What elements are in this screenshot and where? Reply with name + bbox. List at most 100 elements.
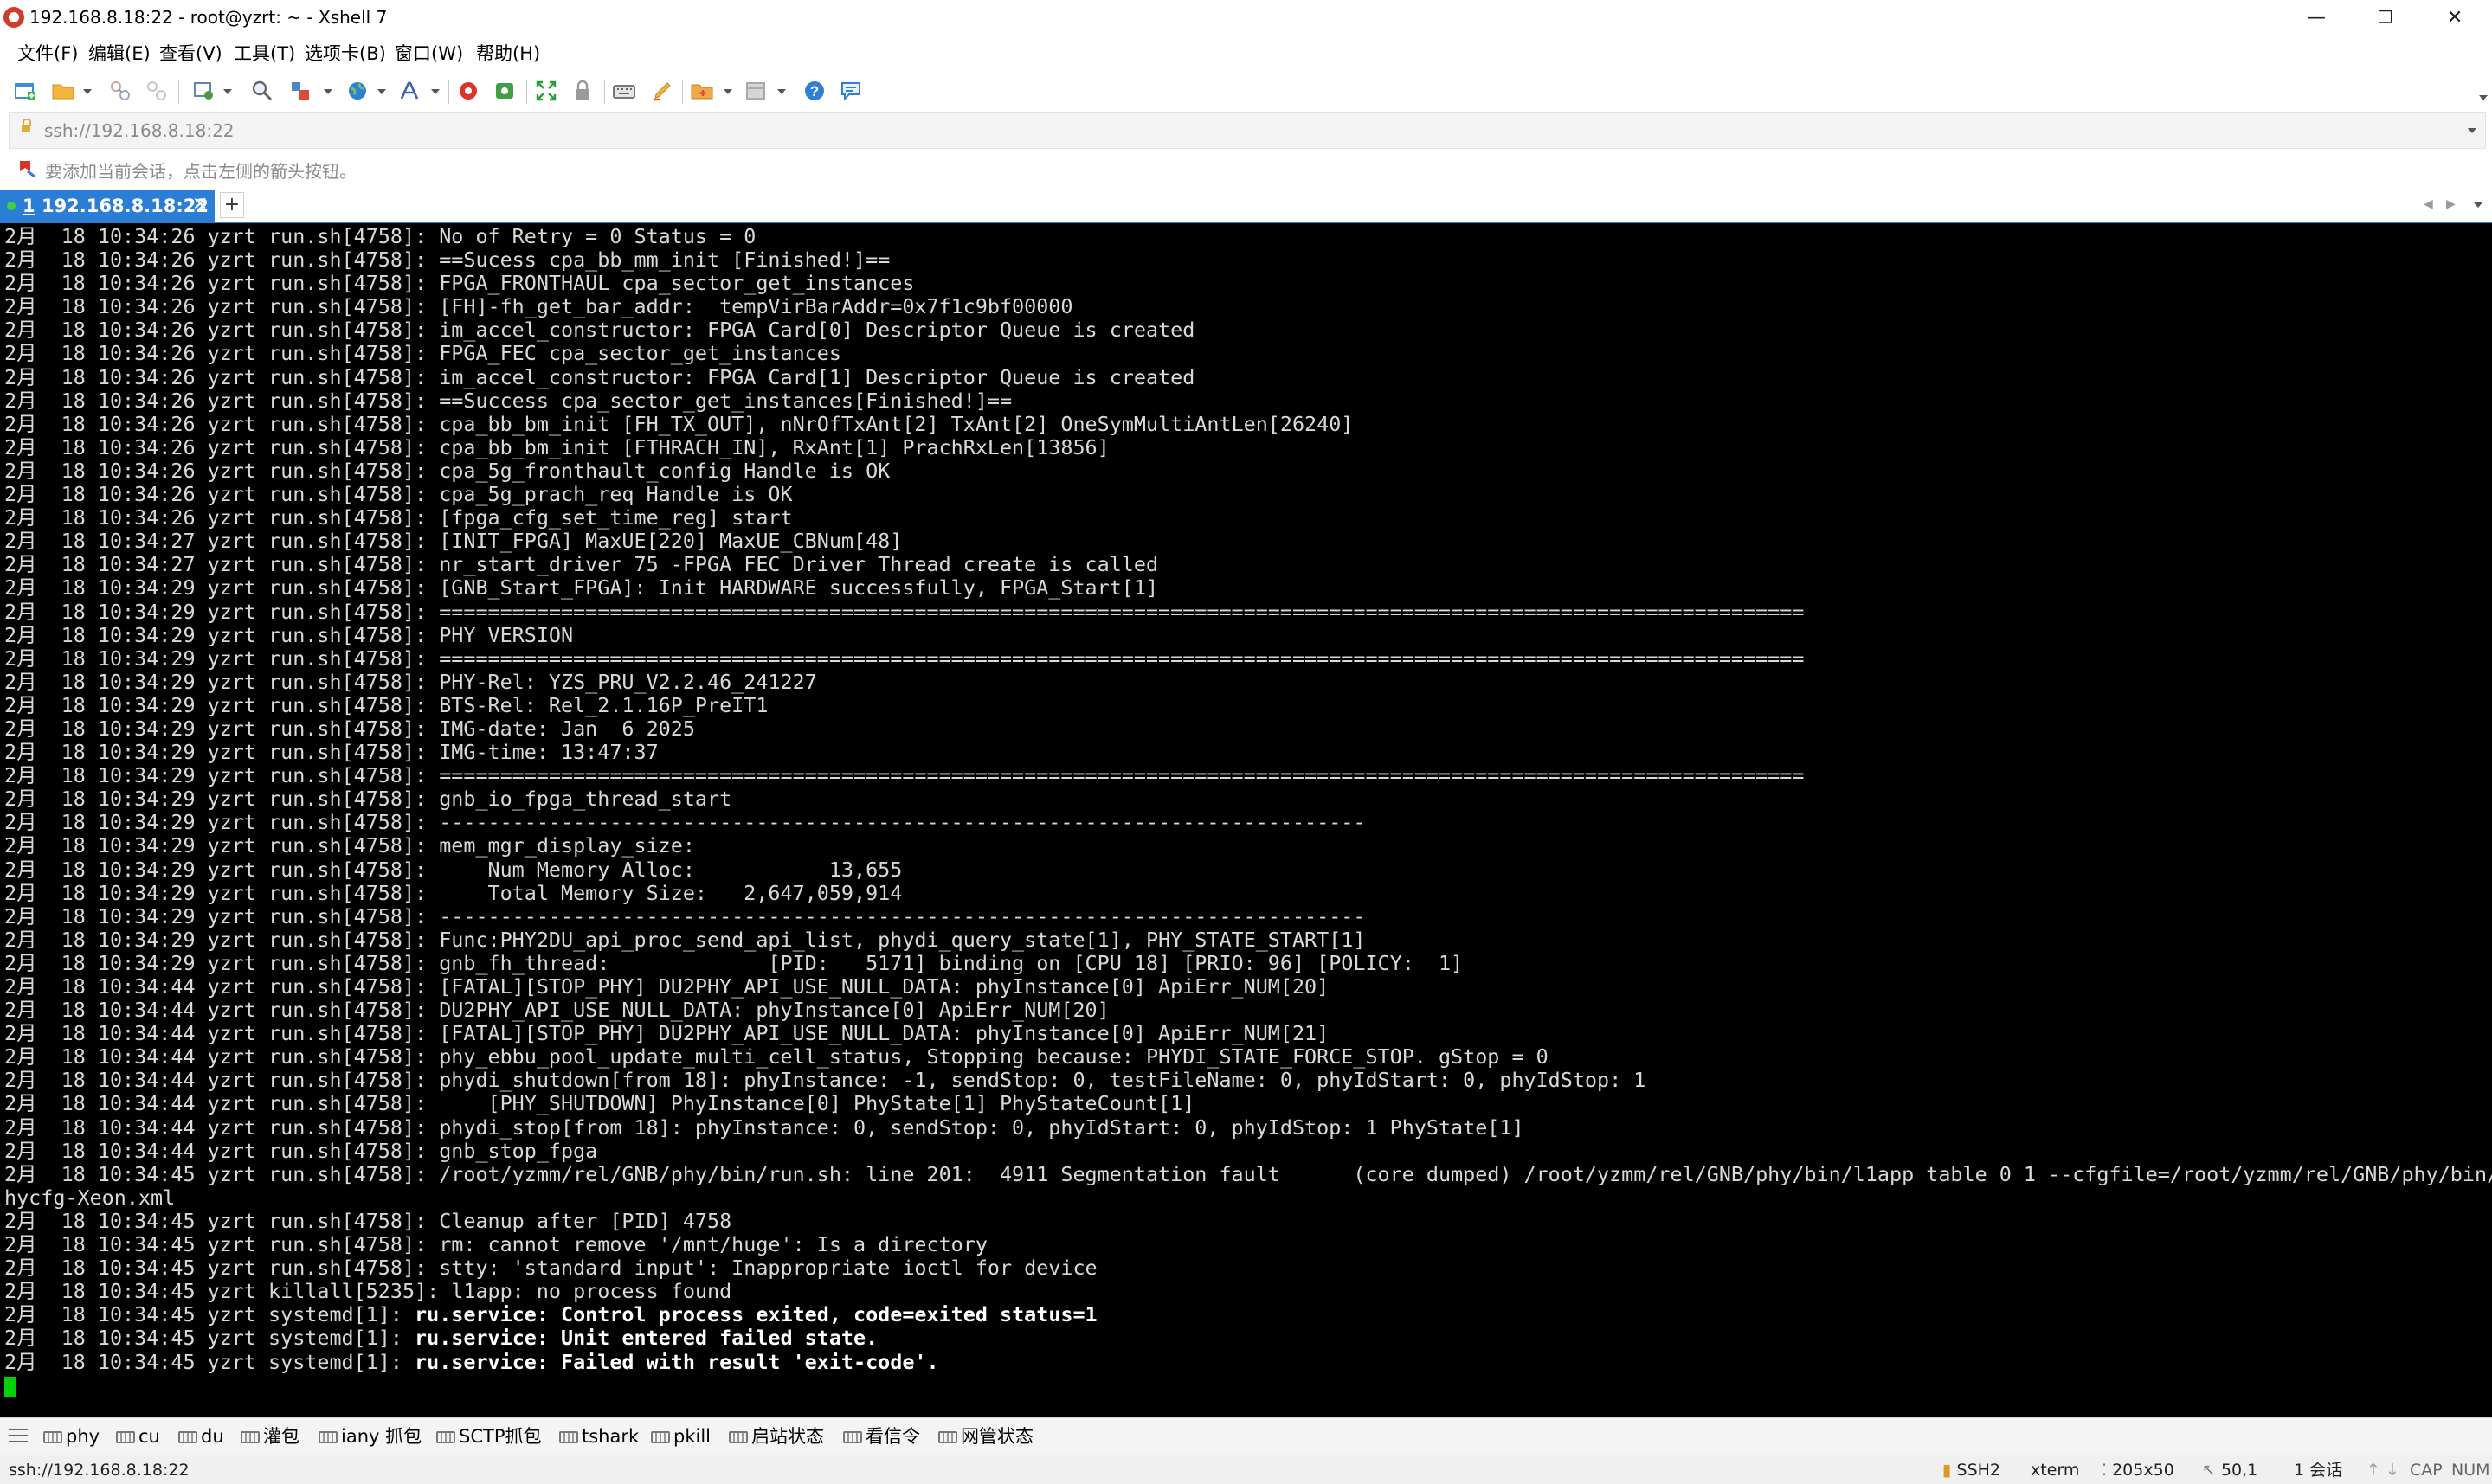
address-bar[interactable]: ssh://192.168.8.18:22	[9, 112, 2486, 149]
menu-tabs[interactable]: 选项卡(B)	[305, 42, 386, 66]
close-button[interactable]: ✕	[2420, 0, 2489, 35]
tab-scroll-right-icon[interactable]: ▶	[2446, 197, 2456, 211]
font-dropdown-icon[interactable]	[431, 89, 440, 94]
layout-dropdown-icon[interactable]	[777, 89, 786, 94]
find-icon[interactable]	[249, 78, 275, 104]
open-dropdown-icon[interactable]	[83, 89, 92, 94]
quick-command-nms-status[interactable]: 网管状态	[938, 1426, 1034, 1447]
address-input[interactable]: ssh://192.168.8.18:22	[44, 120, 235, 141]
terminal-line: 2月 18 10:34:29 yzrt run.sh[4758]: IMG-ti…	[4, 740, 659, 765]
terminal-line: 2月 18 10:34:26 yzrt run.sh[4758]: [fpga_…	[4, 505, 793, 530]
new-tab-button[interactable]: +	[220, 192, 244, 218]
title-bar: 192.168.8.18:22 - root@yzrt: ~ - Xshell …	[0, 0, 2492, 35]
quick-command-du[interactable]: du	[178, 1426, 224, 1447]
terminal-output[interactable]: 2月 18 10:34:26 yzrt run.sh[4758]: No of …	[0, 223, 2492, 1417]
terminal-line: 2月 18 10:34:29 yzrt run.sh[4758]: ======…	[4, 763, 1805, 788]
quick-command-menu-icon[interactable]	[9, 1429, 28, 1442]
terminal-line: 2月 18 10:34:44 yzrt run.sh[4758]: phydi_…	[4, 1068, 1646, 1093]
minimize-button[interactable]: —	[2282, 0, 2351, 35]
quick-command-bar: phy cu du 灌包 iany 抓包 SCTP抓包 tshark pkill…	[0, 1417, 2492, 1455]
xftp-icon[interactable]	[455, 78, 481, 104]
tab-list-dropdown-icon[interactable]	[2474, 202, 2482, 208]
quick-command-signaling[interactable]: 看信令	[843, 1426, 920, 1447]
terminal-line: 2月 18 10:34:29 yzrt run.sh[4758]: PHY-Re…	[4, 669, 817, 694]
quick-command-tshark[interactable]: tshark	[559, 1426, 639, 1447]
font-icon[interactable]	[396, 78, 422, 104]
script-icon[interactable]	[649, 78, 675, 104]
keyboard-icon	[436, 1431, 455, 1443]
lock-icon[interactable]	[570, 78, 596, 104]
lock-icon	[22, 119, 31, 132]
terminal-line: 2月 18 10:34:26 yzrt run.sh[4758]: FPGA_F…	[4, 341, 841, 366]
compose-icon[interactable]	[689, 78, 715, 104]
bookmark-arrow-icon[interactable]	[17, 159, 38, 178]
menu-tools[interactable]: 工具(T)	[234, 42, 295, 66]
properties-icon[interactable]	[190, 78, 216, 104]
transfer-icon[interactable]	[287, 78, 313, 104]
xshell-logo-icon	[3, 7, 24, 28]
transfer-dropdown-icon[interactable]	[324, 89, 332, 94]
terminal-line: 2月 18 10:34:26 yzrt run.sh[4758]: ==Succ…	[4, 388, 1013, 413]
open-folder-icon[interactable]	[50, 78, 76, 104]
properties-dropdown-icon[interactable]	[223, 89, 232, 94]
tab-session-1[interactable]: 1 192.168.8.18:22 ✕	[0, 190, 215, 222]
terminal-line: 2月 18 10:34:29 yzrt run.sh[4758]: ======…	[4, 599, 1805, 624]
status-download-icon: ↓	[2386, 1461, 2399, 1480]
menu-file[interactable]: 文件(F)	[17, 42, 78, 66]
quick-command-cu[interactable]: cu	[116, 1426, 160, 1447]
globe-icon[interactable]	[345, 78, 370, 104]
terminal-line: 2月 18 10:34:29 yzrt run.sh[4758]: ------…	[4, 810, 1366, 835]
new-session-icon[interactable]	[12, 78, 38, 104]
terminal-line: 2月 18 10:34:29 yzrt run.sh[4758]: mem_mg…	[4, 833, 695, 858]
address-dropdown-icon[interactable]	[2468, 128, 2476, 133]
terminal-line: 2月 18 10:34:26 yzrt run.sh[4758]: im_acc…	[4, 318, 1195, 343]
toolbar: ?	[0, 73, 2492, 109]
chat-icon[interactable]	[838, 78, 864, 104]
status-connection: ssh://192.168.8.18:22	[9, 1461, 190, 1480]
quick-command-phy[interactable]: phy	[43, 1426, 100, 1447]
tab-label: 1 192.168.8.18:22	[23, 196, 209, 216]
menu-edit[interactable]: 编辑(E)	[88, 42, 151, 66]
terminal-line: 2月 18 10:34:45 yzrt killall[5235]: l1app…	[4, 1279, 732, 1304]
terminal-line: 2月 18 10:34:44 yzrt run.sh[4758]: [FATAL…	[4, 1021, 1330, 1046]
terminal-line: 2月 18 10:34:26 yzrt run.sh[4758]: cpa_5g…	[4, 482, 793, 507]
status-upload-icon: ↑	[2366, 1461, 2380, 1480]
reconnect-icon[interactable]	[107, 78, 133, 104]
quick-command-pkill[interactable]: pkill	[651, 1426, 711, 1447]
terminal-line: 2月 18 10:34:26 yzrt run.sh[4758]: cpa_5g…	[4, 458, 891, 483]
terminal-line: 2月 18 10:34:26 yzrt run.sh[4758]: im_acc…	[4, 364, 1195, 389]
layout-icon[interactable]	[743, 78, 769, 104]
compose-dropdown-icon[interactable]	[724, 89, 732, 94]
keyboard-icon[interactable]	[611, 78, 637, 104]
quick-command-iany-capture[interactable]: iany 抓包	[319, 1426, 422, 1447]
window-title: 192.168.8.18:22 - root@yzrt: ~ - Xshell …	[29, 7, 388, 28]
quick-command-sctp-capture[interactable]: SCTP抓包	[436, 1426, 541, 1447]
terminal-cursor	[4, 1376, 16, 1397]
tab-bar: 1 192.168.8.18:22 ✕ + ◀ ▶	[0, 189, 2492, 222]
tab-close-button[interactable]: ✕	[192, 194, 208, 215]
disconnect-icon[interactable]	[144, 78, 170, 104]
terminal-line: 2月 18 10:34:45 yzrt run.sh[4758]: stty: …	[4, 1256, 1098, 1281]
globe-dropdown-icon[interactable]	[377, 89, 386, 94]
terminal-line: 2月 18 10:34:45 yzrt systemd[1]: ru.servi…	[4, 1326, 879, 1351]
keyboard-icon	[843, 1431, 862, 1443]
terminal-line: 2月 18 10:34:44 yzrt run.sh[4758]: [PHY_S…	[4, 1091, 1195, 1116]
resize-icon: ⁚	[2102, 1461, 2108, 1480]
status-term-type: xterm	[2031, 1461, 2080, 1480]
menu-window[interactable]: 窗口(W)	[395, 42, 463, 66]
toolbar-separator	[682, 80, 683, 104]
menu-view[interactable]: 查看(V)	[159, 42, 222, 66]
quick-command-station-status[interactable]: 启站状态	[729, 1426, 824, 1447]
xmanager-icon[interactable]	[492, 78, 518, 104]
toolbar-overflow-icon[interactable]	[2479, 95, 2488, 100]
maximize-button[interactable]: ❐	[2351, 0, 2420, 35]
quick-command-guanbao[interactable]: 灌包	[241, 1426, 299, 1447]
tab-scroll-left-icon[interactable]: ◀	[2424, 197, 2433, 211]
menu-help[interactable]: 帮助(H)	[476, 42, 540, 66]
help-icon[interactable]: ?	[802, 78, 827, 104]
terminal-line: 2月 18 10:34:29 yzrt run.sh[4758]: Num Me…	[4, 857, 903, 882]
terminal-line: 2月 18 10:34:29 yzrt run.sh[4758]: ------…	[4, 903, 1366, 928]
terminal-line: 2月 18 10:34:45 yzrt systemd[1]: ru.servi…	[4, 1349, 939, 1374]
fullscreen-icon[interactable]	[533, 78, 559, 104]
status-terminal-size: ⁚ 205x50	[2102, 1461, 2174, 1480]
